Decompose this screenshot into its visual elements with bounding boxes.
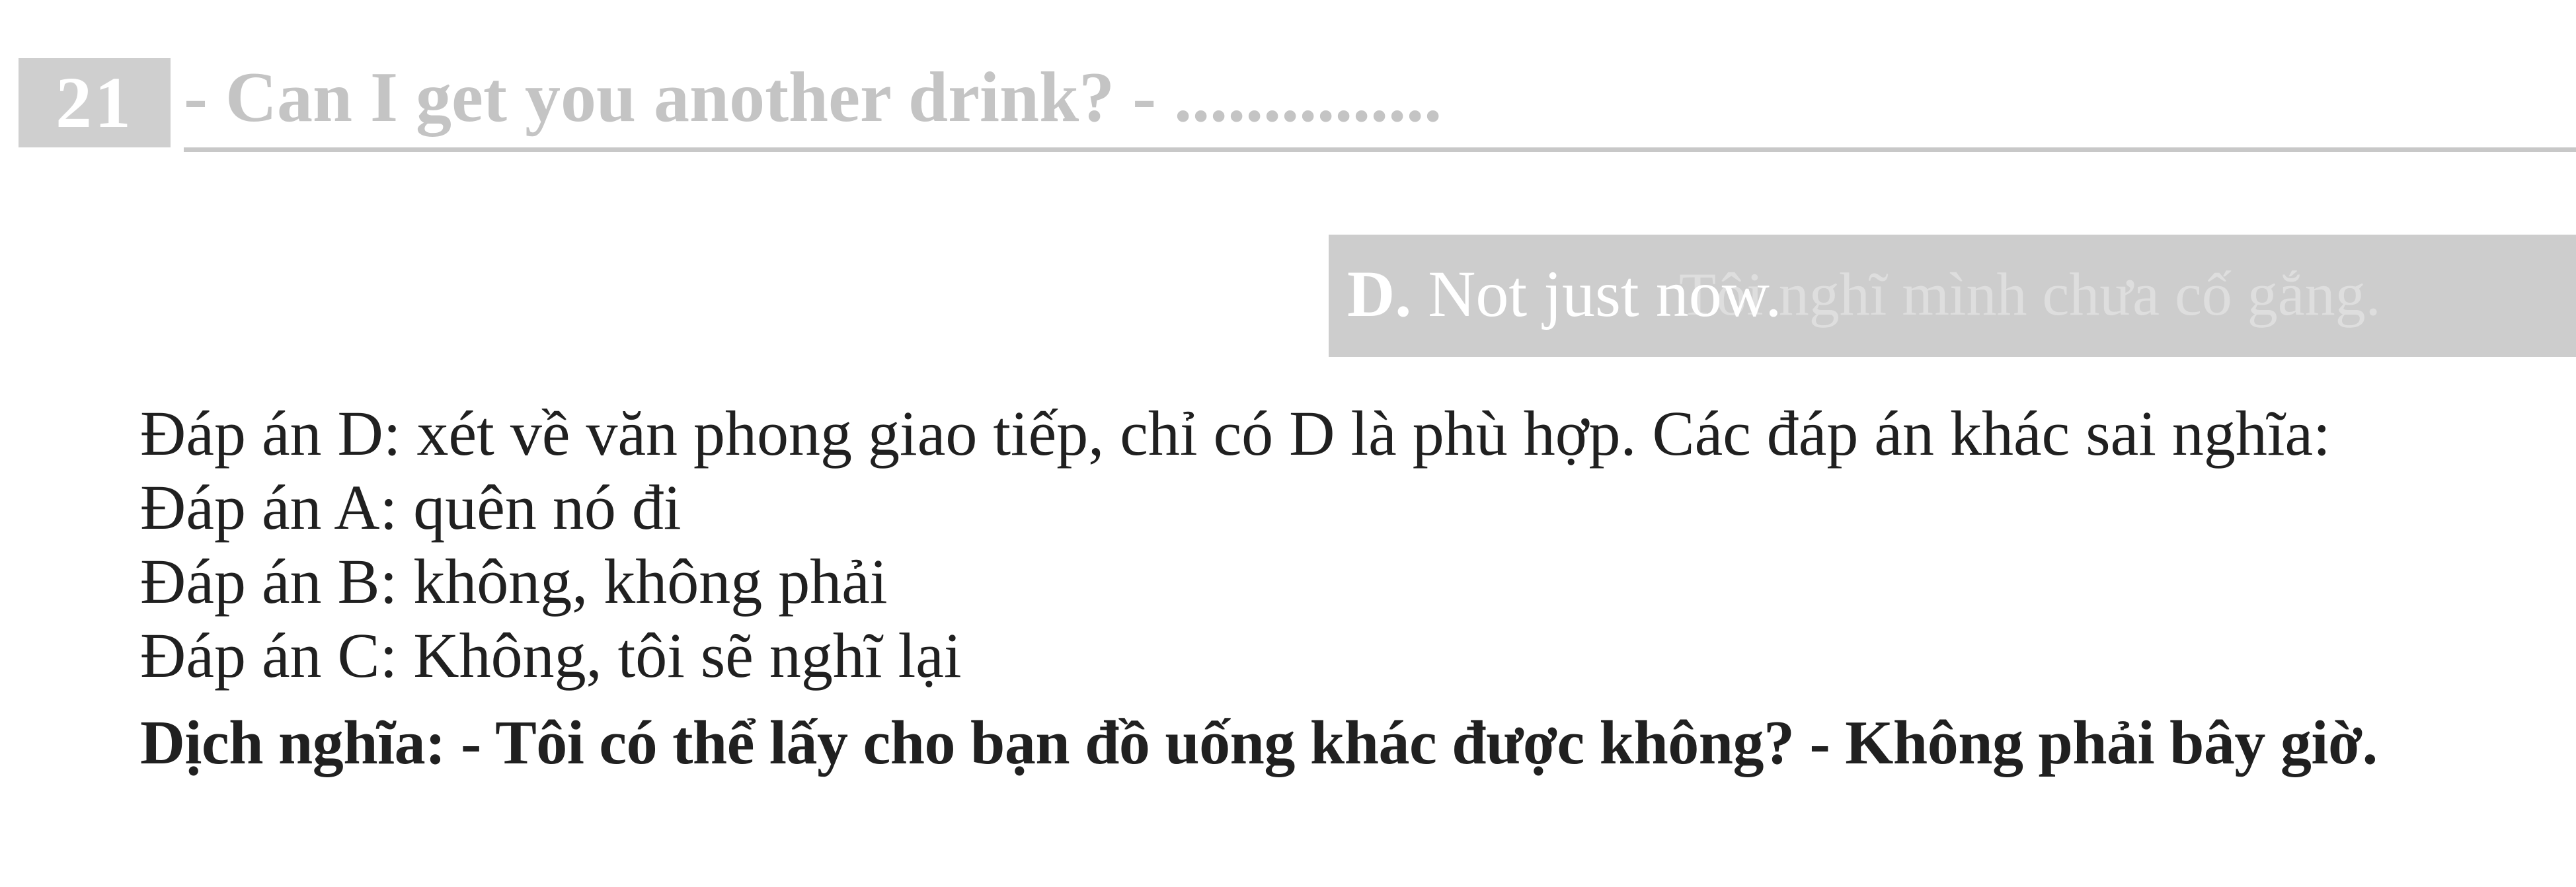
explanation-line-option-b: Đáp án B: không, không phải: [140, 546, 888, 617]
answer-box: Tôi nghĩ mình chưa cố gắng. D. Not just …: [1329, 235, 2576, 357]
answer-line: D. Not just now.: [1347, 248, 1781, 340]
question-underline: [184, 147, 2576, 152]
explanation-line-option-c: Đáp án C: Không, tôi sẽ nghĩ lại: [140, 620, 962, 691]
question-number: 21: [19, 58, 171, 147]
answer-text: Not just now.: [1428, 257, 1782, 330]
question-row: 21 - Can I get you another drink? - ....…: [19, 53, 2576, 152]
explanation-block: Đáp án D: xét về văn phong giao tiếp, ch…: [140, 397, 2573, 780]
explanation-line-main: Đáp án D: xét về văn phong giao tiếp, ch…: [140, 398, 2331, 469]
question-text: - Can I get you another drink? - .......…: [184, 58, 1442, 137]
translation-line: Dịch nghĩa: - Tôi có thể lấy cho bạn đồ …: [140, 709, 2378, 777]
answer-letter: D.: [1347, 257, 1412, 330]
answer-faint-text: Tôi nghĩ mình chưa cố gắng.: [1679, 260, 2381, 328]
explanation-line-option-a: Đáp án A: quên nó đi: [140, 472, 682, 543]
